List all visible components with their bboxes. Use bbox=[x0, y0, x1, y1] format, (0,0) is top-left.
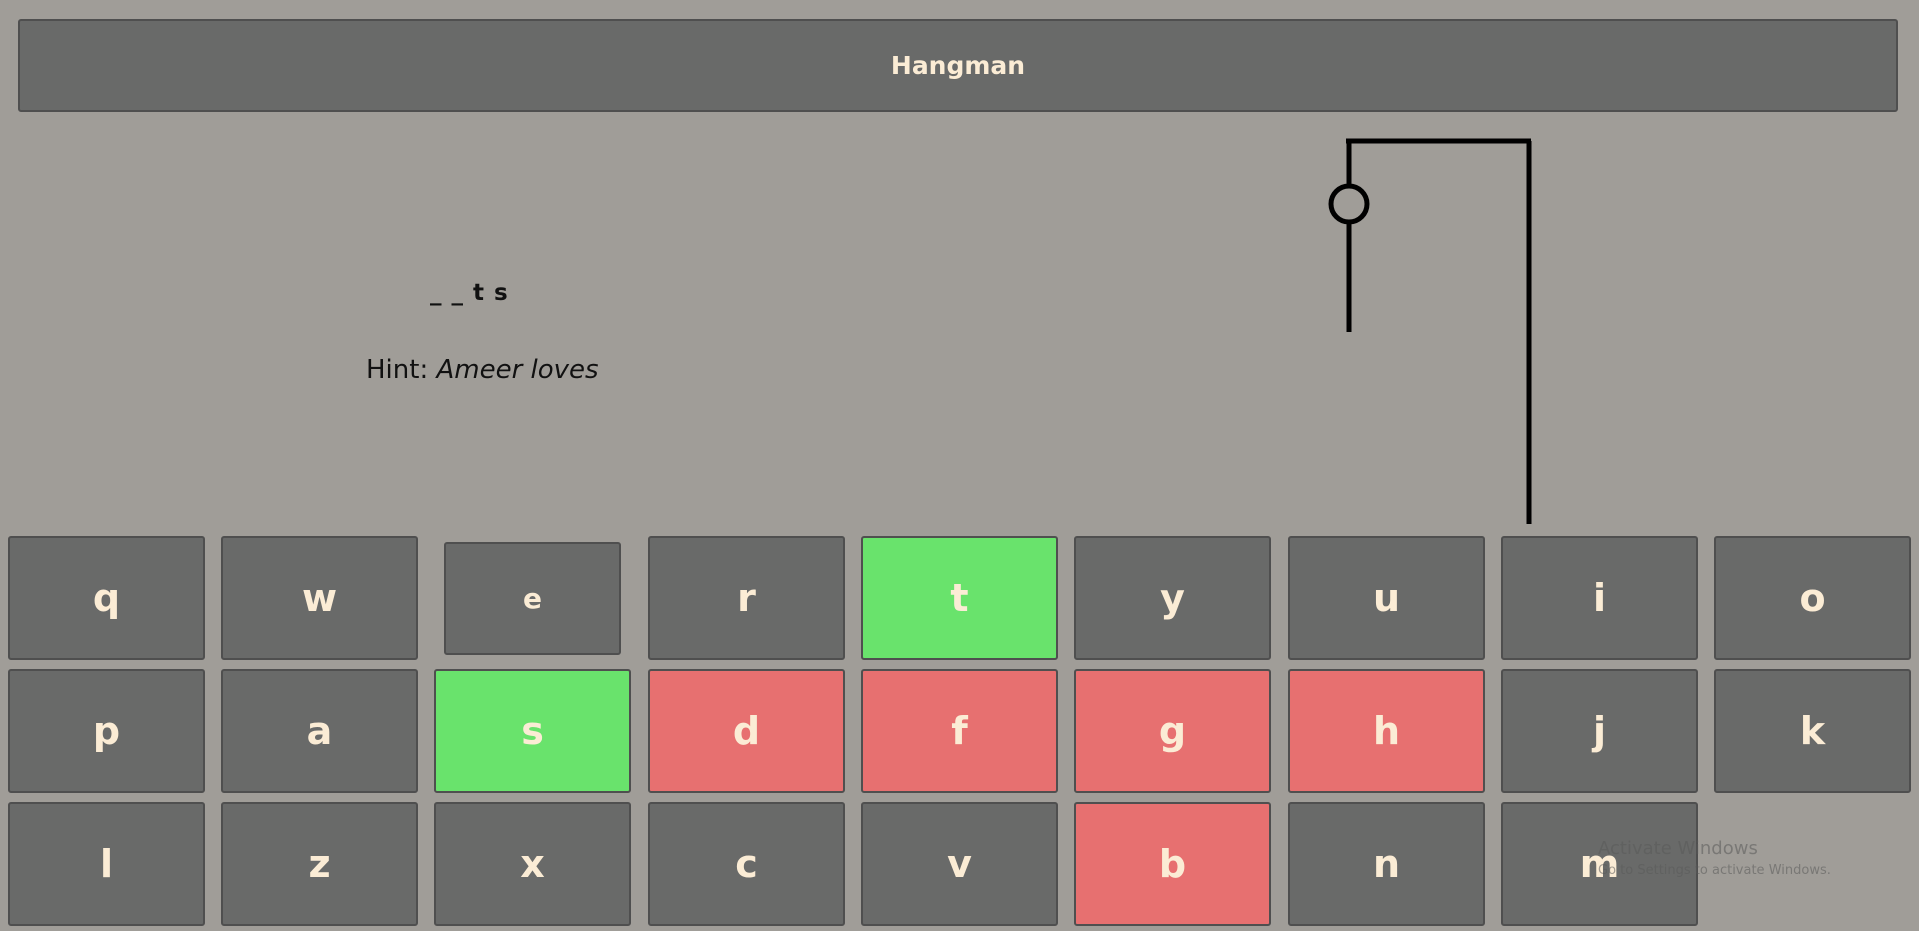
key-m[interactable]: m bbox=[1501, 802, 1698, 926]
key-f[interactable]: f bbox=[861, 669, 1058, 793]
key-l[interactable]: l bbox=[8, 802, 205, 926]
hangman-page: Hangman _ _ t s Hint: Ameer loves qwerty… bbox=[0, 0, 1919, 931]
key-i[interactable]: i bbox=[1501, 536, 1698, 660]
key-b[interactable]: b bbox=[1074, 802, 1271, 926]
key-x[interactable]: x bbox=[434, 802, 631, 926]
key-r[interactable]: r bbox=[648, 536, 845, 660]
key-y[interactable]: y bbox=[1074, 536, 1271, 660]
key-e[interactable]: e bbox=[444, 542, 621, 655]
key-a[interactable]: a bbox=[221, 669, 418, 793]
key-u[interactable]: u bbox=[1288, 536, 1485, 660]
key-n[interactable]: n bbox=[1288, 802, 1485, 926]
key-k[interactable]: k bbox=[1714, 669, 1911, 793]
key-c[interactable]: c bbox=[648, 802, 845, 926]
key-q[interactable]: q bbox=[8, 536, 205, 660]
key-h[interactable]: h bbox=[1288, 669, 1485, 793]
hangman-head bbox=[1328, 183, 1370, 225]
key-z[interactable]: z bbox=[221, 802, 418, 926]
key-s[interactable]: s bbox=[434, 669, 631, 793]
key-o[interactable]: o bbox=[1714, 536, 1911, 660]
key-p[interactable]: p bbox=[8, 669, 205, 793]
key-j[interactable]: j bbox=[1501, 669, 1698, 793]
key-w[interactable]: w bbox=[221, 536, 418, 660]
key-d[interactable]: d bbox=[648, 669, 845, 793]
key-v[interactable]: v bbox=[861, 802, 1058, 926]
key-g[interactable]: g bbox=[1074, 669, 1271, 793]
key-t[interactable]: t bbox=[861, 536, 1058, 660]
